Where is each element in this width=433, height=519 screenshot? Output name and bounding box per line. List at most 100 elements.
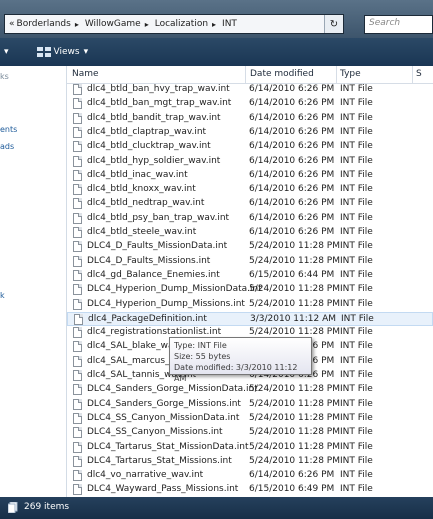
- file-name: dlc4_btld_ban_mgt_trap_wav.int: [87, 98, 232, 109]
- file-row[interactable]: DLC4_Wayward_Pass_Missions.int 6/15/2010 …: [67, 483, 433, 497]
- file-type: INT File: [340, 341, 373, 352]
- breadcrumb-overflow-icon[interactable]: «: [9, 19, 15, 29]
- file-date-modified: 5/24/2010 11:28 PM: [249, 255, 340, 266]
- file-row[interactable]: dlc4_btld_claptrap_wav.int 6/14/2010 6:26…: [67, 126, 433, 140]
- breadcrumb-int[interactable]: INT: [222, 19, 237, 29]
- file-date-modified: 6/15/2010 6:49 PM: [249, 484, 335, 495]
- refresh-icon[interactable]: ↻: [324, 15, 343, 33]
- file-name: dlc4_vo_narrative_wav.int: [87, 470, 204, 481]
- file-icon: [73, 184, 82, 196]
- file-icon: [73, 327, 82, 339]
- file-type: INT File: [340, 355, 373, 366]
- file-name: dlc4_btld_inac_wav.int: [87, 169, 188, 180]
- file-row[interactable]: DLC4_D_Faults_Missions.int 5/24/2010 11:2…: [67, 255, 433, 269]
- file-icon: [73, 398, 82, 410]
- file-date-modified: 6/15/2010 6:44 PM: [249, 269, 335, 280]
- file-row[interactable]: dlc4_btld_steele_wav.int 6/14/2010 6:26 P…: [67, 226, 433, 240]
- file-row[interactable]: DLC4_Hyperion_Dump_Missions.int 5/24/2010…: [67, 298, 433, 312]
- column-size[interactable]: S: [416, 69, 422, 79]
- column-divider[interactable]: [245, 66, 246, 83]
- file-info-tooltip: Type: INT File Size: 55 bytes Date modif…: [169, 337, 312, 383]
- file-icon: [73, 98, 82, 110]
- file-row[interactable]: dlc4_btld_nedtrap_wav.int 6/14/2010 6:26 …: [67, 197, 433, 211]
- file-name: dlc4_btld_knoxx_wav.int: [87, 184, 196, 195]
- file-row[interactable]: DLC4_Sanders_Gorge_Missions.int 5/24/2010…: [67, 398, 433, 412]
- file-row[interactable]: DLC4_Hyperion_Dump_MissionData.int 5/24/2…: [67, 283, 433, 297]
- address-bar[interactable]: « Borderlands ▸ WillowGame ▸ Localizatio…: [4, 14, 344, 34]
- file-date-modified: 6/14/2010 6:26 PM: [249, 141, 335, 152]
- file-type: INT File: [340, 184, 373, 195]
- file-row[interactable]: dlc4_vo_narrative_wav.int 6/14/2010 6:26 …: [67, 469, 433, 483]
- views-label: Views: [53, 47, 80, 57]
- file-date-modified: 5/24/2010 11:28 PM: [249, 384, 340, 395]
- file-row[interactable]: dlc4_gd_Balance_Enemies.int 6/15/2010 6:4…: [67, 269, 433, 283]
- navigation-pane: ks ents ads k: [0, 66, 67, 497]
- file-name: DLC4_Hyperion_Dump_Missions.int: [87, 298, 245, 309]
- file-row[interactable]: DLC4_D_Faults_MissionData.int 5/24/2010 1…: [67, 240, 433, 254]
- file-row[interactable]: dlc4_PackageDefinition.int 3/3/2010 11:12…: [67, 311, 433, 326]
- file-icon: [73, 84, 82, 95]
- chevron-down-icon: ▾: [83, 47, 89, 57]
- file-type: INT File: [340, 370, 373, 380]
- file-date-modified: 5/24/2010 11:28 PM: [249, 398, 340, 409]
- file-row[interactable]: dlc4_btld_ban_hvy_trap_wav.int 6/14/2010 …: [67, 83, 433, 97]
- file-date-modified: 5/24/2010 11:28 PM: [249, 441, 340, 452]
- file-date-modified: 6/14/2010 6:26 PM: [249, 212, 335, 223]
- chevron-right-icon[interactable]: ▸: [212, 20, 216, 29]
- column-divider[interactable]: [412, 66, 413, 83]
- file-type: INT File: [340, 384, 373, 395]
- file-type: INT File: [340, 155, 373, 166]
- file-icon: [73, 255, 82, 267]
- file-row[interactable]: dlc4_btld_inac_wav.int 6/14/2010 6:26 PM I…: [67, 169, 433, 183]
- file-date-modified: 5/24/2010 11:28 PM: [249, 284, 340, 295]
- file-type: INT File: [340, 126, 373, 137]
- file-row[interactable]: dlc4_btld_knoxx_wav.int 6/14/2010 6:26 PM…: [67, 183, 433, 197]
- breadcrumb-label: INT: [222, 19, 237, 29]
- chevron-right-icon[interactable]: ▸: [145, 20, 149, 29]
- file-icon: [73, 284, 82, 296]
- file-row[interactable]: dlc4_btld_bandit_trap_wav.int 6/14/2010 6…: [67, 112, 433, 126]
- file-row[interactable]: dlc4_btld_ban_mgt_trap_wav.int 6/14/2010 …: [67, 97, 433, 111]
- column-date-modified[interactable]: Date modified: [250, 69, 314, 79]
- file-icon: [73, 141, 82, 153]
- file-row[interactable]: dlc4_btld_clucktrap_wav.int 6/14/2010 6:2…: [67, 140, 433, 154]
- file-icon: [73, 269, 82, 281]
- file-row[interactable]: DLC4_Tartarus_Stat_MissionData.int 5/24/2…: [67, 441, 433, 455]
- file-type: INT File: [340, 398, 373, 409]
- nav-item-downloads[interactable]: ads: [0, 142, 14, 151]
- breadcrumb-willowgame[interactable]: WillowGame ▸: [85, 19, 153, 29]
- search-input[interactable]: Search: [364, 15, 433, 34]
- nav-item-network[interactable]: k: [0, 291, 5, 300]
- file-row[interactable]: DLC4_Sanders_Gorge_MissionData.int 5/24/2…: [67, 383, 433, 397]
- file-row[interactable]: DLC4_SS_Canyon_MissionData.int 5/24/2010 …: [67, 412, 433, 426]
- file-icon: [73, 169, 82, 181]
- file-row[interactable]: DLC4_Tartarus_Stat_Missions.int 5/24/2010…: [67, 455, 433, 469]
- file-name: dlc4_btld_steele_wav.int: [87, 227, 197, 237]
- file-icon: [73, 241, 82, 253]
- file-icon: [73, 112, 82, 124]
- nav-item-favorites[interactable]: ks: [0, 72, 9, 81]
- file-type: INT File: [340, 441, 373, 452]
- file-row[interactable]: DLC4_SS_Canyon_Missions.int 5/24/2010 11:…: [67, 426, 433, 440]
- command-bar: ▾ Views ▾: [0, 38, 433, 66]
- breadcrumb-localization[interactable]: Localization ▸: [155, 19, 220, 29]
- file-icon: [73, 384, 82, 396]
- tooltip-size: Size: 55 bytes: [174, 352, 231, 361]
- file-row[interactable]: dlc4_btld_hyp_soldier_wav.int 6/14/2010 6…: [67, 155, 433, 169]
- file-icon: [73, 427, 82, 439]
- column-name[interactable]: Name: [72, 69, 99, 79]
- chevron-right-icon[interactable]: ▸: [75, 20, 79, 29]
- file-date-modified: 6/14/2010 6:26 PM: [249, 98, 335, 109]
- organize-dropdown-icon[interactable]: ▾: [4, 47, 9, 57]
- breadcrumb-label: Localization: [154, 19, 209, 29]
- file-date-modified: 5/24/2010 11:28 PM: [249, 412, 340, 423]
- file-row[interactable]: dlc4_btld_psy_ban_trap_wav.int 6/14/2010 …: [67, 212, 433, 226]
- file-name: dlc4_gd_Balance_Enemies.int: [87, 269, 220, 280]
- views-button[interactable]: Views ▾: [13, 47, 89, 57]
- breadcrumb-borderlands[interactable]: Borderlands ▸: [17, 19, 83, 29]
- nav-item-documents[interactable]: ents: [0, 125, 17, 134]
- file-name: dlc4_btld_ban_hvy_trap_wav.int: [87, 84, 230, 94]
- column-divider[interactable]: [336, 66, 337, 83]
- file-icon: [73, 227, 82, 238]
- column-type[interactable]: Type: [340, 69, 361, 79]
